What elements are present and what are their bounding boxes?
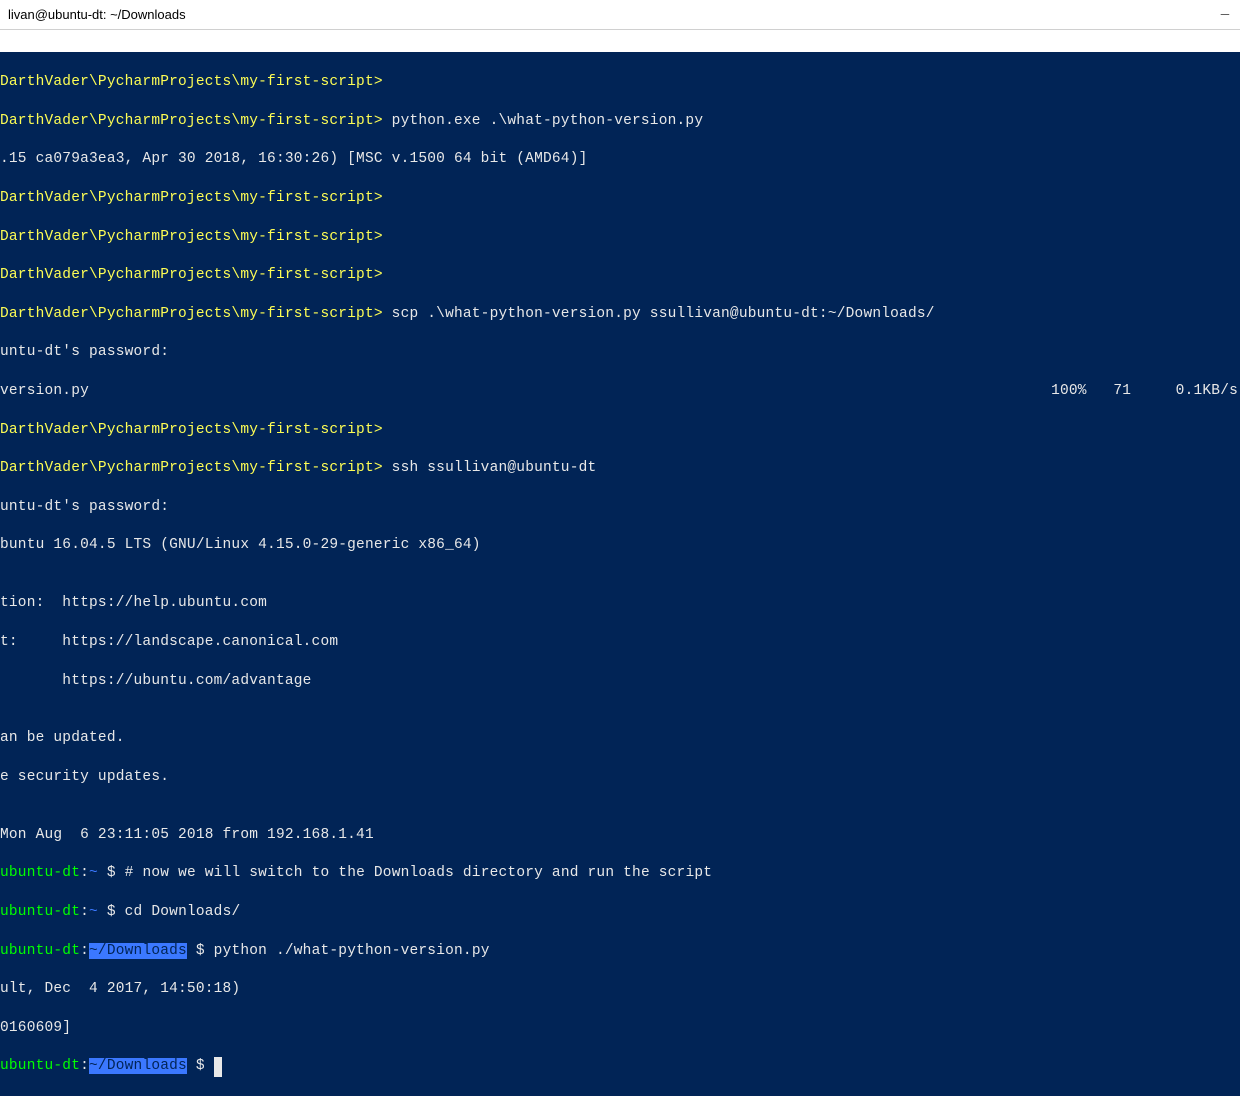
bash-path: ~ xyxy=(89,865,98,881)
command-text: python ./what-python-version.py xyxy=(214,943,490,959)
bash-host: ubuntu-dt xyxy=(0,943,80,959)
command-text: scp .\what-python-version.py ssullivan@u… xyxy=(383,306,935,322)
prompt-path: DarthVader\PycharmProjects\my-first-scri… xyxy=(0,190,383,206)
window-title: livan@ubuntu-dt: ~/Downloads xyxy=(8,7,186,22)
command-text: cd Downloads/ xyxy=(125,904,241,920)
bash-dollar: $ xyxy=(187,943,214,959)
command-text: python.exe .\what-python-version.py xyxy=(383,113,703,129)
output-line: https://ubuntu.com/advantage xyxy=(0,672,1240,691)
output-line: 0160609] xyxy=(0,1019,1240,1038)
output-line: e security updates. xyxy=(0,768,1240,787)
window-controls: — xyxy=(1218,8,1232,22)
bash-dollar: $ xyxy=(187,1058,214,1074)
output-line: t: https://landscape.canonical.com xyxy=(0,633,1240,652)
output-line: untu-dt's password: xyxy=(0,343,1240,362)
command-text: ssh ssullivan@ubuntu-dt xyxy=(383,460,597,476)
bash-dollar: $ xyxy=(98,865,125,881)
output-line: version.py xyxy=(0,382,89,401)
prompt-path: DarthVader\PycharmProjects\my-first-scri… xyxy=(0,74,383,90)
output-line: untu-dt's password: xyxy=(0,498,1240,517)
minimize-icon[interactable]: — xyxy=(1218,8,1232,22)
titlebar: livan@ubuntu-dt: ~/Downloads — xyxy=(0,0,1240,30)
bash-dollar: $ xyxy=(98,904,125,920)
prompt-path: DarthVader\PycharmProjects\my-first-scri… xyxy=(0,113,383,129)
output-line: Mon Aug 6 23:11:05 2018 from 192.168.1.4… xyxy=(0,826,1240,845)
cursor-icon xyxy=(214,1057,222,1076)
terminal-output[interactable]: DarthVader\PycharmProjects\my-first-scri… xyxy=(0,52,1240,1096)
prompt-path: DarthVader\PycharmProjects\my-first-scri… xyxy=(0,229,383,245)
transfer-stats: 100% 71 0.1KB/s xyxy=(1051,382,1240,401)
prompt-path: DarthVader\PycharmProjects\my-first-scri… xyxy=(0,422,383,438)
bash-host: ubuntu-dt xyxy=(0,1058,80,1074)
bash-host: ubuntu-dt xyxy=(0,904,80,920)
prompt-path: DarthVader\PycharmProjects\my-first-scri… xyxy=(0,460,383,476)
output-line: buntu 16.04.5 LTS (GNU/Linux 4.15.0-29-g… xyxy=(0,536,1240,555)
titlebar-border xyxy=(0,30,1240,52)
output-line: an be updated. xyxy=(0,729,1240,748)
bash-path: ~/Downloads xyxy=(89,943,187,959)
bash-path: ~ xyxy=(89,904,98,920)
bash-path: ~/Downloads xyxy=(89,1058,187,1074)
prompt-path: DarthVader\PycharmProjects\my-first-scri… xyxy=(0,267,383,283)
output-line: ult, Dec 4 2017, 14:50:18) xyxy=(0,980,1240,999)
output-line: .15 ca079a3ea3, Apr 30 2018, 16:30:26) [… xyxy=(0,150,1240,169)
prompt-path: DarthVader\PycharmProjects\my-first-scri… xyxy=(0,306,383,322)
command-text: # now we will switch to the Downloads di… xyxy=(125,865,713,881)
bash-host: ubuntu-dt xyxy=(0,865,80,881)
output-line: tion: https://help.ubuntu.com xyxy=(0,594,1240,613)
